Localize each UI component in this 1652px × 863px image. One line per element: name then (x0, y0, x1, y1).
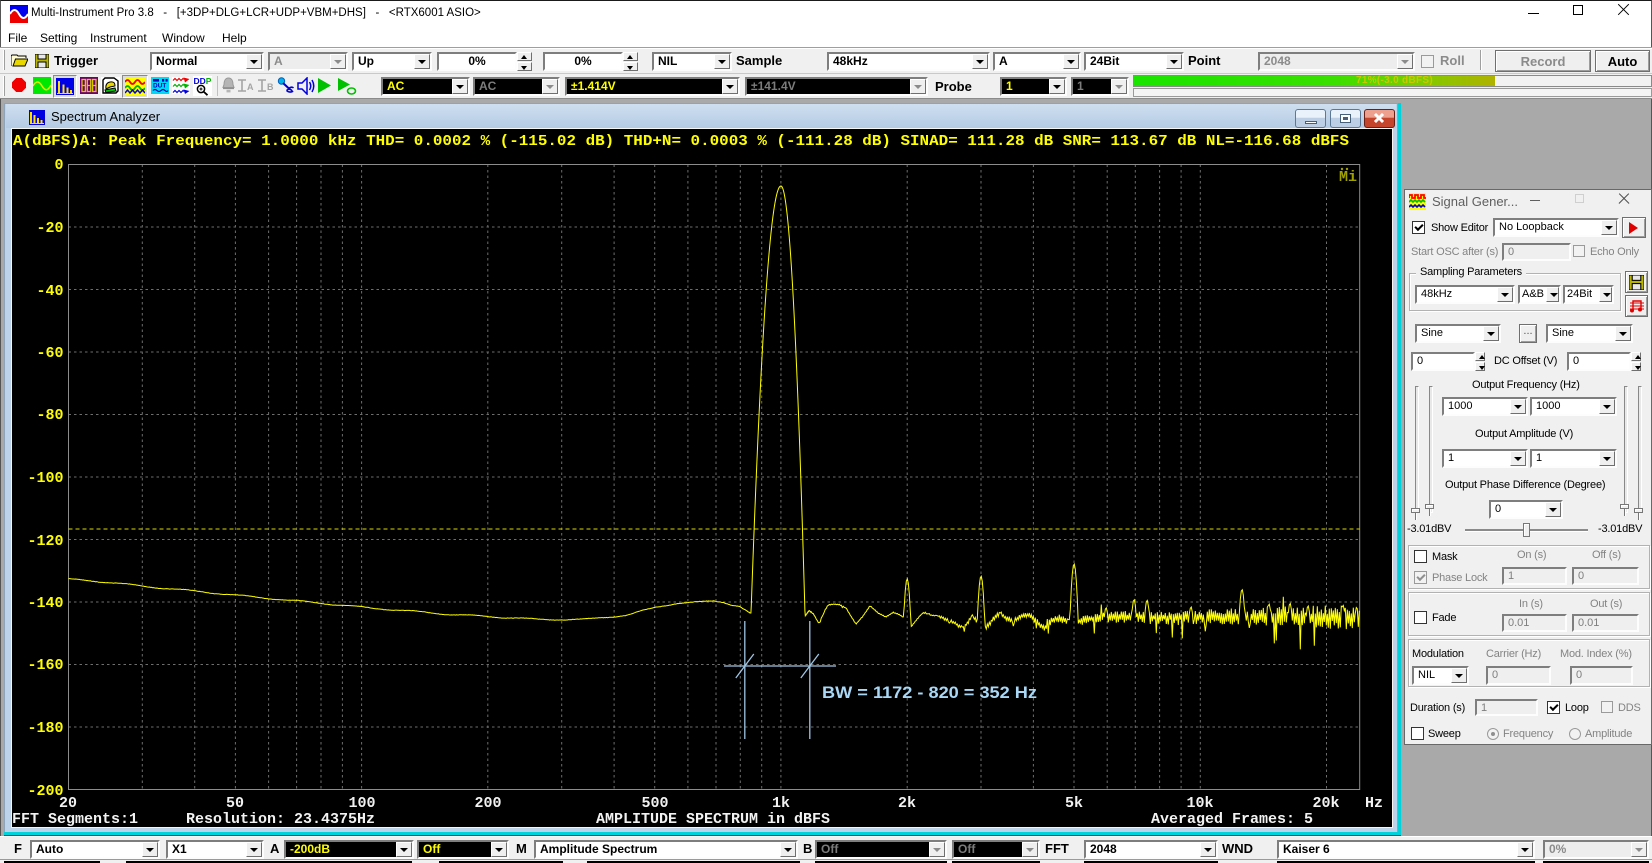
svg-text:A(dBFS)A: Peak Frequency= 1.0: A(dBFS)A: Peak Frequency= 1.0000 kHz THD… (13, 133, 1349, 150)
svg-text:20: 20 (59, 795, 77, 812)
svg-text:10k: 10k (1186, 795, 1213, 812)
svg-text:0: 0 (54, 157, 63, 174)
svg-text:-140: -140 (27, 595, 63, 612)
svg-text:2k: 2k (898, 795, 916, 812)
svg-text:Mi: Mi (1339, 169, 1357, 186)
svg-text:-60: -60 (36, 345, 63, 362)
svg-text:200: 200 (474, 795, 501, 812)
svg-text:B: B (267, 82, 274, 92)
svg-text:Averaged Frames: 5: Averaged Frames: 5 (1151, 811, 1313, 826)
svg-text:-80: -80 (36, 407, 63, 424)
svg-text:DUT: DUT (153, 83, 166, 90)
svg-text:20k: 20k (1312, 795, 1339, 812)
svg-text:50: 50 (226, 795, 244, 812)
svg-text:500: 500 (641, 795, 668, 812)
svg-text:-100: -100 (27, 470, 63, 487)
svg-text:Resolution: 23.4375Hz: Resolution: 23.4375Hz (186, 811, 375, 826)
svg-text:-20: -20 (36, 220, 63, 237)
svg-text:DDP: DDP (194, 76, 212, 86)
svg-text:-120: -120 (27, 533, 63, 550)
svg-text:-40: -40 (36, 283, 63, 300)
svg-text:AMPLITUDE SPECTRUM in dBFS: AMPLITUDE SPECTRUM in dBFS (596, 811, 830, 826)
svg-text:100: 100 (348, 795, 375, 812)
svg-text:FFT Segments:1: FFT Segments:1 (12, 811, 138, 826)
svg-text:-180: -180 (27, 720, 63, 737)
svg-text:A: A (247, 82, 254, 92)
svg-text:Hz: Hz (1365, 795, 1383, 812)
svg-text:-160: -160 (27, 657, 63, 674)
svg-text:1k: 1k (772, 795, 790, 812)
svg-text:5k: 5k (1065, 795, 1083, 812)
svg-text:BW = 1172 - 820 = 352 Hz: BW = 1172 - 820 = 352 Hz (822, 683, 1037, 702)
